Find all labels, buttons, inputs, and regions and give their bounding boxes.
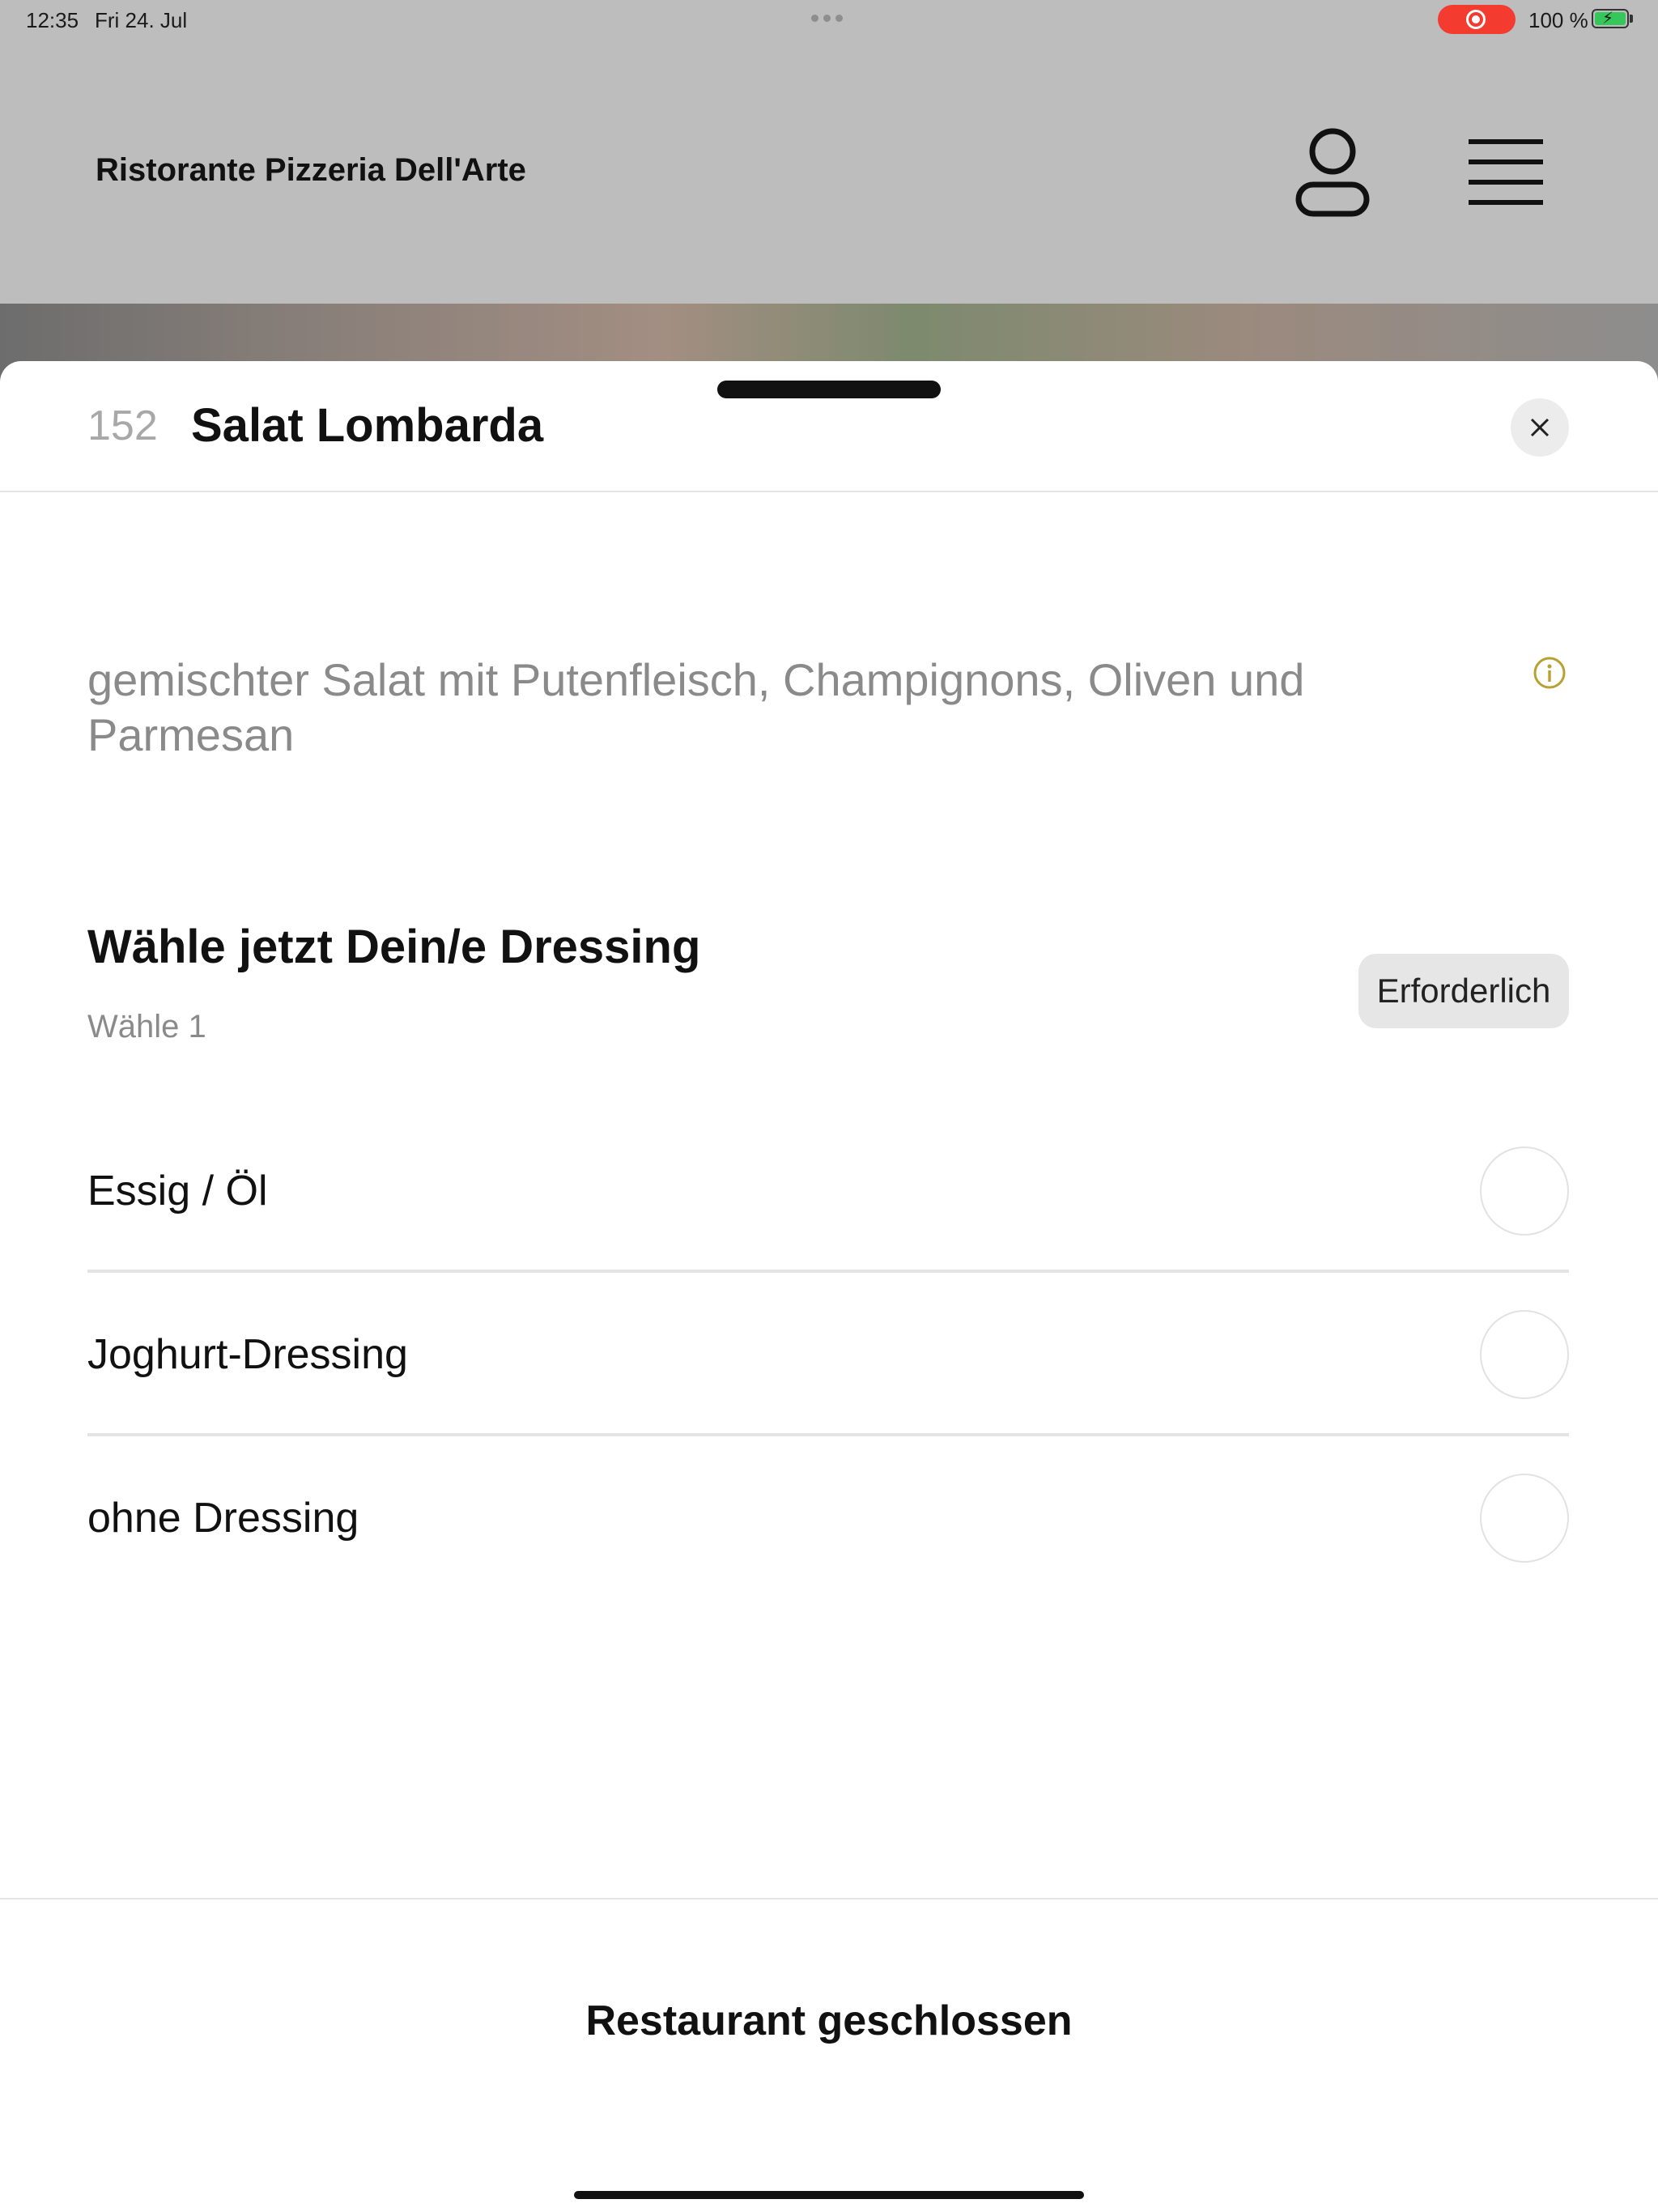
- main-menu-button[interactable]: [1465, 136, 1546, 209]
- required-badge: Erforderlich: [1358, 954, 1569, 1028]
- item-name: Salat Lombarda: [191, 399, 544, 452]
- info-button[interactable]: [1533, 656, 1567, 690]
- status-time: 12:35: [26, 8, 79, 32]
- item-description: gemischter Salat mit Putenfleisch, Champ…: [87, 654, 1305, 760]
- battery-nub: [1630, 15, 1633, 23]
- option-radio[interactable]: [1480, 1146, 1569, 1236]
- option-group-title: Wähle jetzt Dein/e Dressing: [87, 921, 701, 973]
- close-button[interactable]: [1511, 398, 1569, 457]
- option-label: Joghurt-Dressing: [87, 1331, 408, 1378]
- status-date: Fri 24. Jul: [95, 8, 188, 32]
- close-icon: [1530, 418, 1550, 437]
- option-ohne-dressing[interactable]: ohne Dressing: [87, 1436, 1569, 1600]
- restaurant-title: Ristorante Pizzeria Dell'Arte: [96, 152, 526, 188]
- status-bar: 12:35 Fri 24. Jul 100 % ⚡: [0, 0, 1658, 39]
- option-essig-oel[interactable]: Essig / Öl: [87, 1109, 1569, 1273]
- restaurant-closed-status: Restaurant geschlossen: [585, 1997, 1073, 2044]
- footer-divider: [0, 1898, 1658, 1899]
- option-radio[interactable]: [1480, 1474, 1569, 1563]
- screen-recording-icon[interactable]: [1438, 5, 1516, 34]
- option-joghurt-dressing[interactable]: Joghurt-Dressing: [87, 1273, 1569, 1436]
- option-group-subtitle: Wähle 1: [87, 1009, 206, 1044]
- user-account-button[interactable]: [1294, 125, 1371, 219]
- option-label: ohne Dressing: [87, 1495, 359, 1542]
- battery-percentage: 100 %: [1528, 8, 1588, 32]
- header-divider: [0, 491, 1658, 492]
- user-icon: [1295, 128, 1370, 217]
- option-label: Essig / Öl: [87, 1168, 268, 1214]
- hamburger-menu-icon: [1469, 139, 1543, 205]
- item-detail-sheet: 152 Salat Lombarda gemischter Salat mit …: [0, 361, 1658, 2212]
- sheet-grabber[interactable]: [717, 381, 941, 398]
- option-radio[interactable]: [1480, 1310, 1569, 1399]
- item-number: 152: [87, 402, 158, 449]
- charging-bolt-icon: ⚡: [1602, 10, 1614, 28]
- multitasking-dots-icon[interactable]: [811, 15, 843, 22]
- home-indicator[interactable]: [574, 2191, 1084, 2199]
- info-icon: [1533, 657, 1566, 689]
